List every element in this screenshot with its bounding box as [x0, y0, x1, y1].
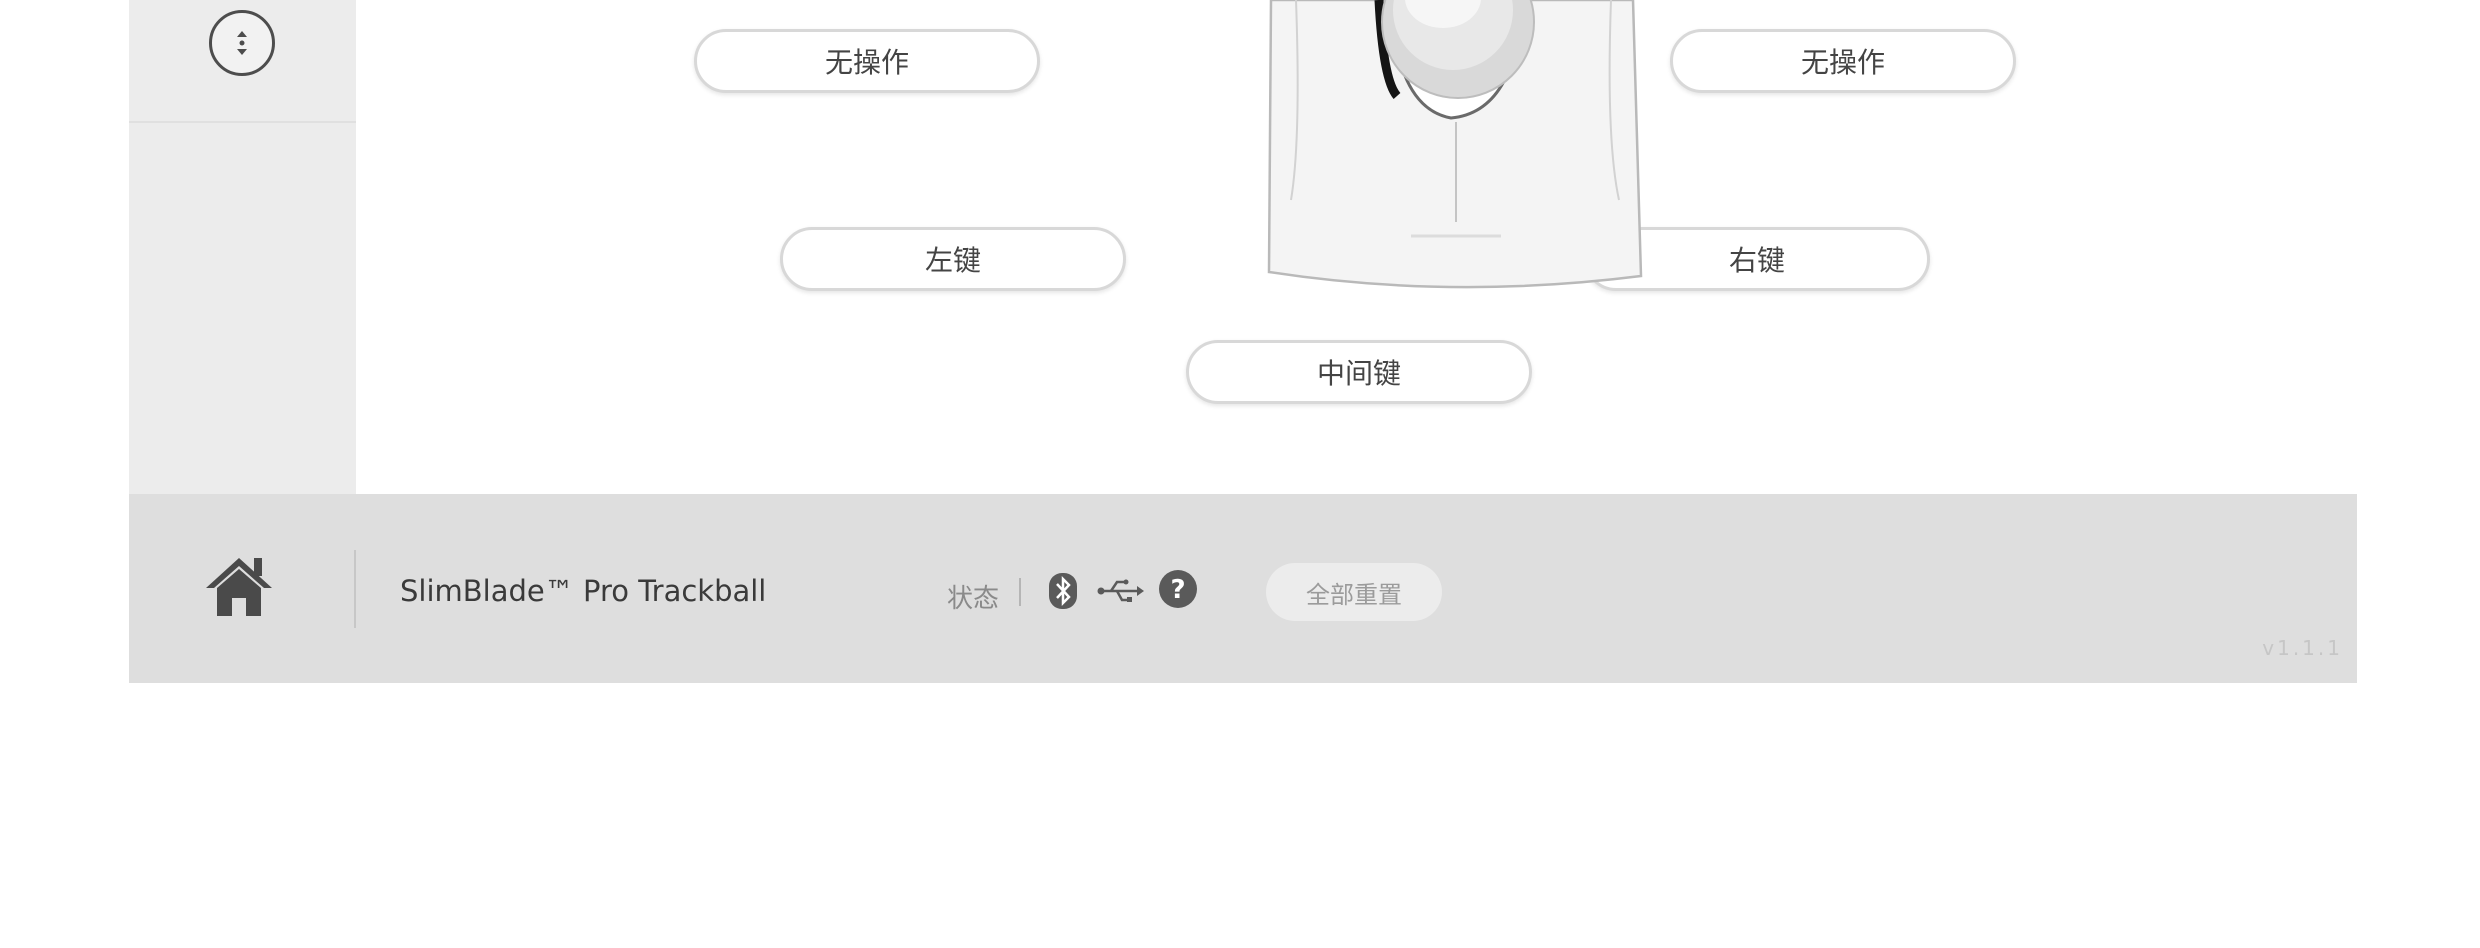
- status-divider: [1019, 578, 1021, 606]
- usb-icon: [1097, 579, 1144, 602]
- middle-button-mapping-button[interactable]: 中间键: [1186, 340, 1532, 404]
- scroll-mode-button[interactable]: [209, 10, 275, 76]
- version-label: v1.1.1: [2262, 636, 2343, 660]
- top-right-mapping-button[interactable]: 无操作: [1670, 29, 2016, 93]
- svg-text:?: ?: [1170, 575, 1185, 605]
- trackball-device-image: [1267, 0, 1643, 289]
- reset-all-button[interactable]: 全部重置: [1266, 563, 1442, 621]
- left-button-mapping-button[interactable]: 左键: [780, 227, 1126, 291]
- sidebar: [129, 0, 356, 494]
- app-window: 无操作 无操作 左键 右键 中间键 SlimBlade™ Pro Trackba…: [129, 0, 2357, 683]
- scroll-up-down-icon: [237, 31, 247, 55]
- footer-divider: [354, 550, 356, 628]
- bluetooth-icon: [1049, 573, 1077, 609]
- top-left-mapping-button[interactable]: 无操作: [694, 29, 1040, 93]
- help-icon[interactable]: ?: [1157, 568, 1199, 610]
- status-label: 状态: [947, 584, 1000, 614]
- sidebar-divider: [129, 121, 356, 123]
- footer-bar: SlimBlade™ Pro Trackball 状态 ? 全部重置 v1.1.…: [129, 494, 2357, 683]
- home-icon[interactable]: [204, 554, 274, 618]
- button-mapping-panel: 无操作 无操作 左键 右键 中间键: [356, 0, 2357, 494]
- device-name: SlimBlade™ Pro Trackball: [400, 574, 767, 608]
